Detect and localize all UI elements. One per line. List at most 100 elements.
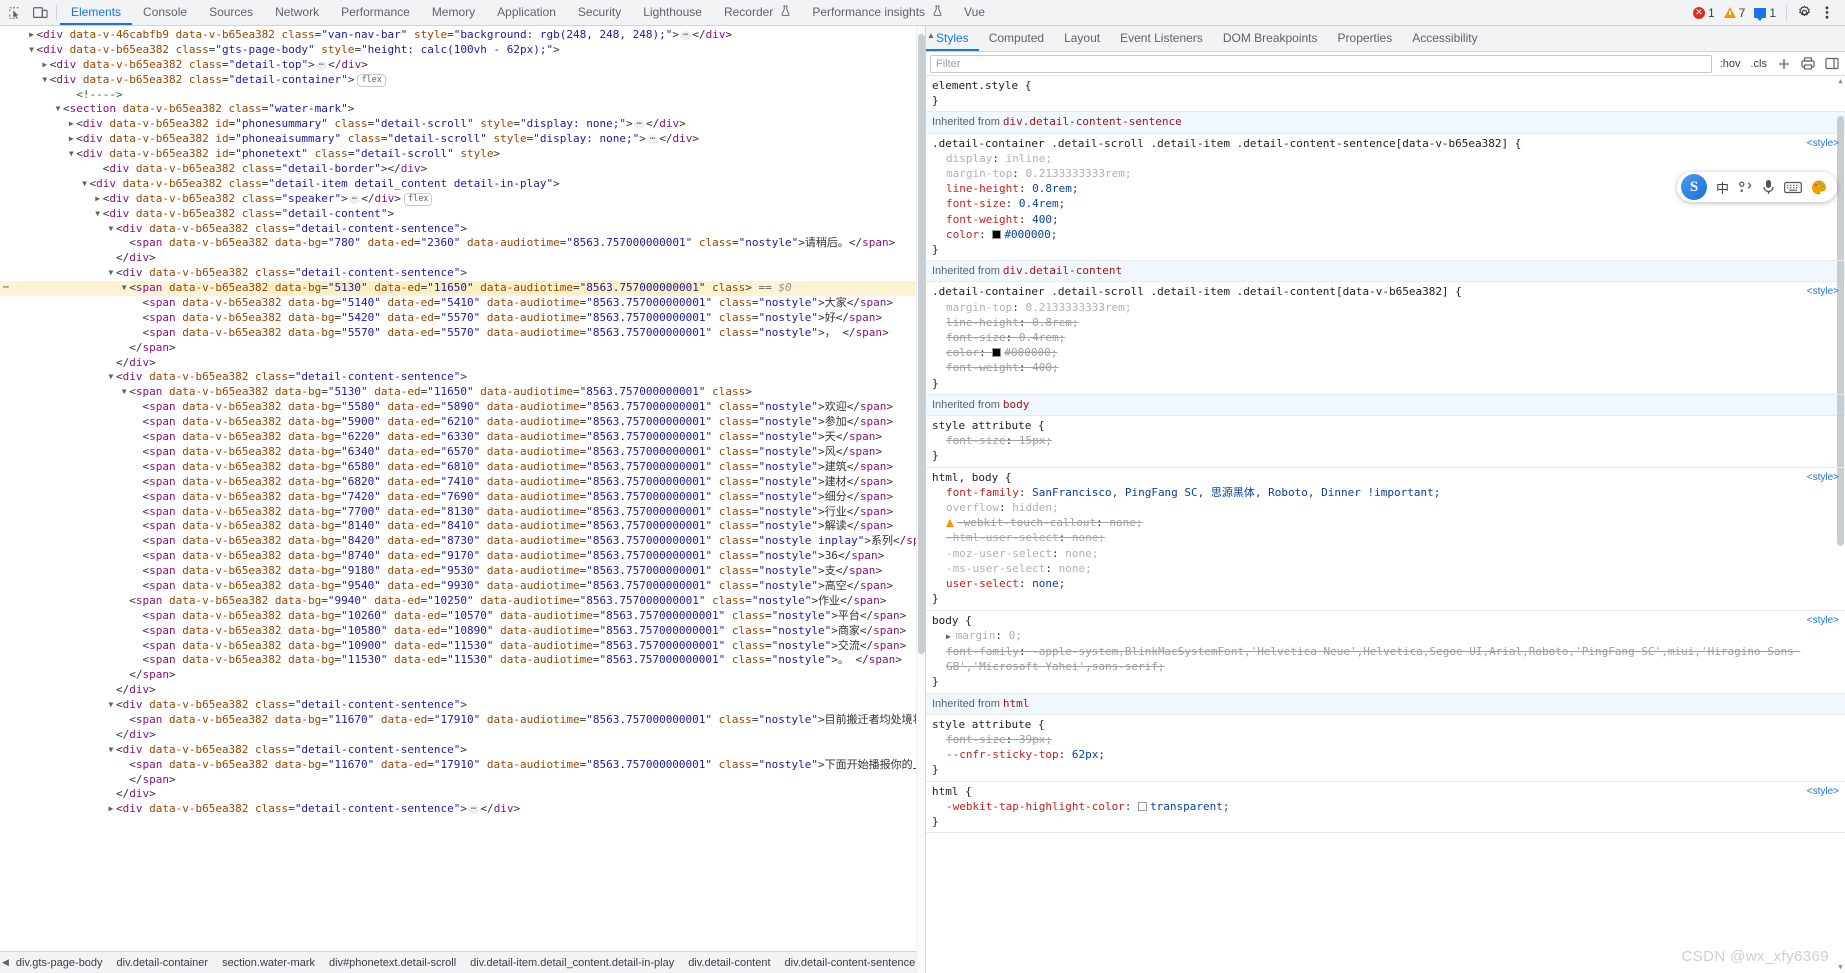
css-declaration[interactable]: margin-top: 0.2133333333rem;	[932, 300, 1839, 315]
css-rule[interactable]: <style> html, body {font-family: SanFranc…	[926, 468, 1845, 611]
breadcrumb-item[interactable]: div.gts-page-body	[9, 952, 110, 973]
dom-node[interactable]: ▶ <div data-v-b65ea382 class="detail-top"…	[0, 58, 925, 73]
rule-selector[interactable]: body {	[932, 613, 1839, 628]
dom-node[interactable]: <div data-v-b65ea382 class="detail-borde…	[0, 162, 925, 177]
inherited-selector[interactable]: div.detail-content-sentence	[1003, 115, 1182, 128]
css-property[interactable]: font-size	[946, 331, 1006, 344]
css-declaration[interactable]: color: #000000;	[932, 227, 1839, 242]
dom-node[interactable]: <span data-v-b65ea382 data-bg="11670" da…	[0, 713, 925, 728]
tree-toggle-open[interactable]: ▼	[40, 73, 50, 88]
css-value[interactable]: none;	[1109, 516, 1142, 529]
css-declaration[interactable]: --cnfr-sticky-top: 62px;	[932, 747, 1839, 762]
css-property[interactable]: -html-user-select	[946, 531, 1059, 544]
css-value[interactable]: none;	[1059, 562, 1092, 575]
sogou-ime-logo[interactable]: S	[1680, 174, 1707, 200]
css-property[interactable]: font-family	[946, 486, 1019, 499]
css-rule[interactable]: style attribute {font-size: 39px; --cnfr-…	[926, 715, 1845, 782]
tree-toggle-closed[interactable]: ▶	[27, 28, 37, 43]
cls-toggle[interactable]: .cls	[1749, 58, 1770, 70]
css-rule[interactable]: element.style {}	[926, 76, 1845, 113]
punctuation-icon[interactable]	[1738, 180, 1753, 194]
dom-node[interactable]: ▶ <div data-v-b65ea382 id="phonesummary" …	[0, 117, 925, 132]
tree-toggle-open[interactable]: ▼	[106, 266, 116, 281]
rule-source-link[interactable]: <style>	[1807, 284, 1839, 299]
css-declaration[interactable]: line-height: 0.8rem;	[932, 315, 1839, 330]
gear-icon[interactable]	[1794, 3, 1814, 23]
dom-node[interactable]: <span data-v-b65ea382 data-bg="5420" dat…	[0, 311, 925, 326]
dom-tree-scrollbar-thumb[interactable]	[918, 34, 925, 654]
styles-tab-layout[interactable]: Layout	[1054, 26, 1110, 51]
css-value[interactable]: 0.2133333333rem;	[1025, 301, 1131, 314]
dom-node[interactable]: </span>	[0, 341, 925, 356]
dom-node[interactable]: ▼ <div data-v-b65ea382 id="phonetext" cla…	[0, 147, 925, 162]
css-value[interactable]: -apple-system,BlinkMacSystemFont,'Helvet…	[946, 645, 1800, 673]
rule-selector[interactable]: html, body {	[932, 470, 1839, 485]
dom-node[interactable]: <span data-v-b65ea382 data-bg="6340" dat…	[0, 445, 925, 460]
hov-toggle[interactable]: :hov	[1718, 58, 1743, 70]
dom-node[interactable]: <span data-v-b65ea382 data-bg="8140" dat…	[0, 519, 925, 534]
dom-node[interactable]: </span>	[0, 668, 925, 683]
inherited-selector[interactable]: body	[1003, 398, 1030, 411]
tree-toggle-closed[interactable]: ▶	[66, 132, 76, 147]
dom-node[interactable]: </div>	[0, 683, 925, 698]
rule-source-link[interactable]: <style>	[1807, 613, 1839, 628]
tab-console[interactable]: Console	[132, 0, 198, 25]
dom-node[interactable]: <span data-v-b65ea382 data-bg="5570" dat…	[0, 326, 925, 341]
dom-node[interactable]: <span data-v-b65ea382 data-bg="10580" da…	[0, 624, 925, 639]
dom-node[interactable]: <span data-v-b65ea382 data-bg="11530" da…	[0, 653, 925, 668]
dom-node[interactable]: </div>	[0, 728, 925, 743]
styles-tab-dom-breakpoints[interactable]: DOM Breakpoints	[1213, 26, 1328, 51]
flex-badge[interactable]: flex	[403, 192, 433, 206]
rule-selector[interactable]: .detail-container .detail-scroll .detail…	[932, 284, 1839, 299]
styles-rules-list[interactable]: ▲ ▼ element.style {} Inherited from div.d…	[926, 76, 1845, 973]
dom-node[interactable]: <span data-v-b65ea382 data-bg="8420" dat…	[0, 534, 925, 549]
css-declaration[interactable]: overflow: hidden;	[932, 500, 1839, 515]
css-value[interactable]: 0.8rem;	[1032, 182, 1078, 195]
tab-sources[interactable]: Sources	[198, 0, 264, 25]
error-counter[interactable]: ✕ 1	[1690, 6, 1718, 20]
tab-memory[interactable]: Memory	[421, 0, 486, 25]
css-property[interactable]: font-size	[946, 197, 1006, 210]
dom-node[interactable]: ▼ <div data-v-b65ea382 class="detail-cont…	[0, 73, 925, 88]
warning-counter[interactable]: 7	[1721, 6, 1749, 20]
css-property[interactable]: user-select	[946, 577, 1019, 590]
css-declaration[interactable]: -ms-user-select: none;	[932, 561, 1839, 576]
tab-performance[interactable]: Performance	[330, 0, 421, 25]
dom-node[interactable]: ▼ <span data-v-b65ea382 data-bg="5130" da…	[0, 385, 925, 400]
css-value[interactable]: transparent;	[1150, 800, 1229, 813]
tree-toggle-open[interactable]: ▼	[79, 177, 89, 192]
print-media-icon[interactable]	[1799, 55, 1817, 73]
color-swatch[interactable]	[992, 348, 1002, 358]
inherited-selector[interactable]: html	[1003, 697, 1030, 710]
dom-node[interactable]: ▶ <div data-v-b65ea382 class="detail-cont…	[0, 802, 925, 817]
tree-toggle-open[interactable]: ▼	[53, 102, 63, 117]
css-property[interactable]: font-size	[946, 733, 1006, 746]
node-gutter-menu[interactable]: ⋯	[3, 281, 10, 296]
css-declaration[interactable]: -webkit-tap-highlight-color: transparent…	[932, 799, 1839, 814]
css-property[interactable]: -ms-user-select	[946, 562, 1045, 575]
dom-node[interactable]: <!---->	[0, 88, 925, 103]
tree-toggle-open[interactable]: ▼	[106, 222, 116, 237]
dom-node[interactable]: <span data-v-b65ea382 data-bg="7420" dat…	[0, 490, 925, 505]
dom-node[interactable]: ▶ <div data-v-46cabfb9 data-v-b65ea382 cl…	[0, 28, 925, 43]
chinese-mode-icon[interactable]: 中	[1716, 178, 1729, 197]
expand-arrow-icon[interactable]: ▶	[946, 632, 956, 641]
inspect-cursor-icon[interactable]	[6, 4, 24, 22]
css-value[interactable]: 0.2133333333rem;	[1025, 167, 1131, 180]
css-declaration[interactable]: user-select: none;	[932, 576, 1839, 591]
dom-node[interactable]: <span data-v-b65ea382 data-bg="11670" da…	[0, 758, 925, 773]
rule-source-link[interactable]: <style>	[1807, 136, 1839, 151]
breadcrumb-item[interactable]: div#phonetext.detail-scroll	[322, 952, 463, 973]
kebab-menu-icon[interactable]	[1817, 3, 1837, 23]
styles-tab-accessibility[interactable]: Accessibility	[1402, 26, 1487, 51]
css-declaration[interactable]: -html-user-select: none;	[932, 530, 1839, 545]
keyboard-icon[interactable]	[1784, 181, 1802, 194]
dom-node[interactable]: ▼ <div data-v-b65ea382 class="detail-cont…	[0, 222, 925, 237]
dom-tree-scrollbar[interactable]	[916, 26, 925, 973]
css-property[interactable]: line-height	[946, 182, 1019, 195]
tab-security[interactable]: Security	[567, 0, 632, 25]
dom-node[interactable]: ▼ <div data-v-b65ea382 class="detail-cont…	[0, 743, 925, 758]
breadcrumb-item[interactable]: section.water-mark	[215, 952, 322, 973]
tab-elements[interactable]: Elements	[60, 0, 133, 25]
dom-node[interactable]: <span data-v-b65ea382 data-bg="9540" dat…	[0, 579, 925, 594]
